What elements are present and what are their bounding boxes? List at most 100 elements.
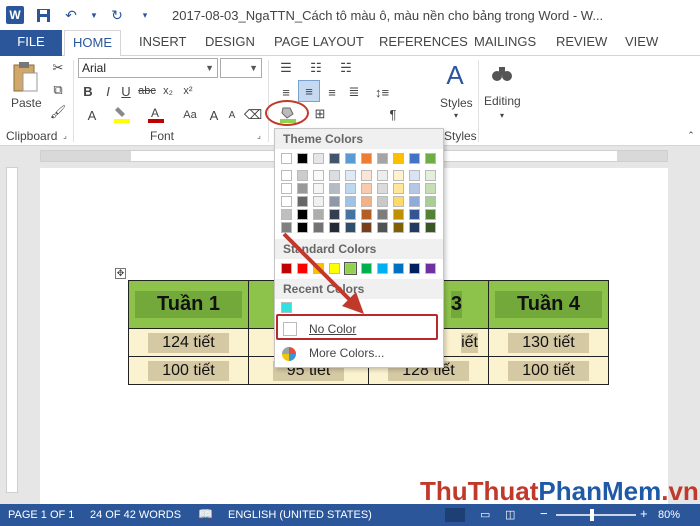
table-header-cell[interactable]: Tuần 4 <box>488 280 609 329</box>
underline-icon[interactable]: U <box>118 82 134 100</box>
align-left-icon[interactable]: ≡ <box>276 82 296 102</box>
copy-icon[interactable]: ⧉ <box>48 80 68 100</box>
color-swatch[interactable] <box>409 209 420 220</box>
table-move-handle-icon[interactable]: ✥ <box>115 268 126 279</box>
color-swatch[interactable] <box>313 183 324 194</box>
format-painter-icon[interactable]: 🖌 <box>48 102 68 122</box>
color-swatch[interactable] <box>425 153 436 164</box>
color-swatch[interactable] <box>425 196 436 207</box>
color-swatch[interactable] <box>393 170 404 181</box>
tab-file[interactable]: FILE <box>0 30 62 56</box>
color-swatch[interactable] <box>329 209 340 220</box>
color-swatch[interactable] <box>329 196 340 207</box>
color-swatch[interactable] <box>329 183 340 194</box>
align-center-icon[interactable]: ≡ <box>298 80 320 102</box>
color-swatch[interactable] <box>393 222 404 233</box>
color-swatch[interactable] <box>361 209 372 220</box>
color-swatch[interactable] <box>393 263 404 274</box>
styles-icon[interactable]: A <box>440 58 470 92</box>
table-cell[interactable]: 124 tiết <box>128 328 249 357</box>
color-swatch[interactable] <box>281 196 292 207</box>
tab-references[interactable]: REFERENCES <box>371 30 476 56</box>
color-swatch[interactable] <box>409 263 420 274</box>
multilevel-list-icon[interactable]: ☵ <box>336 58 356 78</box>
color-swatch[interactable] <box>281 153 292 164</box>
more-colors-option[interactable]: More Colors... <box>277 343 441 365</box>
highlight-color-icon[interactable] <box>112 104 132 124</box>
web-layout-icon[interactable]: ◫ <box>505 508 515 521</box>
color-swatch[interactable] <box>345 170 356 181</box>
italic-icon[interactable]: I <box>100 82 116 100</box>
table-cell[interactable]: 100 tiết <box>488 356 609 385</box>
undo-dropdown-icon[interactable]: ▼ <box>90 6 98 24</box>
zoom-level[interactable]: 80% <box>658 509 680 521</box>
editing-button[interactable]: Editing <box>484 94 521 108</box>
color-swatch[interactable] <box>361 196 372 207</box>
tab-design[interactable]: DESIGN <box>197 30 263 56</box>
color-swatch[interactable] <box>345 183 356 194</box>
color-swatch[interactable] <box>313 209 324 220</box>
table-header-cell[interactable]: Tuần 1 <box>128 280 249 329</box>
color-swatch[interactable] <box>361 170 372 181</box>
justify-icon[interactable]: ≣ <box>344 82 364 102</box>
color-swatch[interactable] <box>313 153 324 164</box>
color-swatch[interactable] <box>345 153 356 164</box>
color-swatch[interactable] <box>345 209 356 220</box>
color-swatch[interactable] <box>425 222 436 233</box>
collapse-ribbon-icon[interactable]: ⌃ <box>686 130 696 140</box>
color-swatch[interactable] <box>313 170 324 181</box>
numbering-icon[interactable]: ☷ <box>306 58 326 78</box>
proofing-icon[interactable]: 📖 <box>198 507 213 521</box>
redo-icon[interactable]: ↻ <box>108 6 126 24</box>
paste-button[interactable]: Paste <box>11 96 42 110</box>
table-cell[interactable]: 100 tiết <box>128 356 249 385</box>
show-formatting-icon[interactable]: ¶ <box>384 104 402 124</box>
change-case-icon[interactable]: Aa <box>180 106 200 124</box>
color-swatch[interactable] <box>297 153 308 164</box>
font-launcher-icon[interactable]: ⌟ <box>254 130 264 140</box>
color-swatch[interactable] <box>409 183 420 194</box>
text-effects-icon[interactable]: A <box>82 106 102 124</box>
print-layout-icon[interactable] <box>445 508 465 522</box>
color-swatch[interactable] <box>297 209 308 220</box>
read-mode-icon[interactable]: ▭ <box>480 508 490 521</box>
color-swatch[interactable] <box>425 183 436 194</box>
color-swatch[interactable] <box>409 170 420 181</box>
tab-insert[interactable]: INSERT <box>131 30 194 56</box>
color-swatch[interactable] <box>377 183 388 194</box>
color-swatch[interactable] <box>393 153 404 164</box>
undo-icon[interactable]: ↶ <box>62 6 80 24</box>
color-swatch[interactable] <box>425 170 436 181</box>
color-swatch[interactable] <box>281 209 292 220</box>
page-count-status[interactable]: PAGE 1 OF 1 <box>8 509 74 521</box>
paste-icon[interactable] <box>10 60 40 94</box>
zoom-slider-thumb[interactable] <box>590 509 594 521</box>
color-swatch[interactable] <box>377 196 388 207</box>
color-swatch[interactable] <box>297 196 308 207</box>
color-swatch[interactable] <box>393 196 404 207</box>
find-binoculars-icon[interactable] <box>489 58 515 88</box>
cut-icon[interactable]: ✂ <box>48 58 68 78</box>
vertical-ruler[interactable] <box>0 165 22 501</box>
shrink-font-icon[interactable]: A <box>224 106 240 124</box>
zoom-out-icon[interactable]: − <box>540 506 548 521</box>
table-cell[interactable]: 130 tiết <box>488 328 609 357</box>
font-name-combo[interactable]: Arial ▼ <box>78 58 218 78</box>
color-swatch[interactable] <box>281 170 292 181</box>
font-size-combo[interactable]: ▼ <box>220 58 262 78</box>
color-swatch[interactable] <box>425 263 436 274</box>
color-swatch[interactable] <box>393 209 404 220</box>
save-icon[interactable] <box>34 6 52 24</box>
color-swatch[interactable] <box>377 209 388 220</box>
tab-home[interactable]: HOME <box>64 30 121 57</box>
color-swatch[interactable] <box>361 153 372 164</box>
color-swatch[interactable] <box>377 263 388 274</box>
zoom-slider[interactable] <box>556 514 636 516</box>
superscript-icon[interactable]: x² <box>180 82 196 100</box>
font-color-icon[interactable]: A <box>146 104 166 124</box>
color-swatch[interactable] <box>409 222 420 233</box>
line-spacing-icon[interactable]: ↕≡ <box>370 82 394 102</box>
language-status[interactable]: ENGLISH (UNITED STATES) <box>228 509 372 521</box>
subscript-icon[interactable]: x₂ <box>160 82 176 100</box>
clipboard-launcher-icon[interactable]: ⌟ <box>60 130 70 140</box>
